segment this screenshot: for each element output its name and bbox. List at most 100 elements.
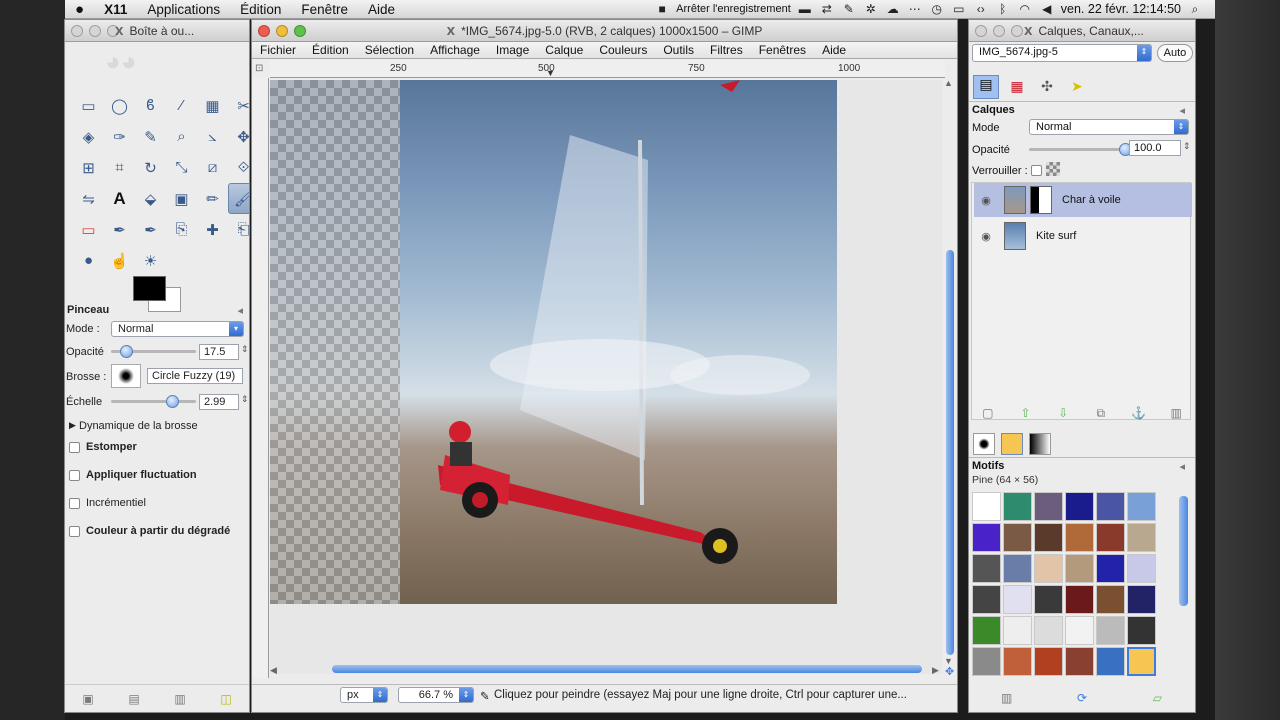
option-row[interactable]: Incrémentiel <box>69 497 249 525</box>
tab-layers[interactable]: ▤ <box>973 74 999 99</box>
option-row[interactable]: Estomper <box>69 441 249 469</box>
airbrush-icon[interactable]: ✒ <box>104 214 135 245</box>
align-icon[interactable]: ⊞ <box>73 152 104 183</box>
text-icon[interactable]: A <box>104 183 135 214</box>
menu-aide[interactable]: Aide <box>358 2 405 17</box>
pattern-swatch[interactable] <box>1034 616 1063 645</box>
scroll-up-icon[interactable]: ▲ <box>944 78 953 88</box>
pattern-swatch[interactable] <box>1127 492 1156 521</box>
menu-filtres[interactable]: Filtres <box>702 43 751 57</box>
toolbox-titlebar[interactable]: X Boîte à ou... <box>65 20 249 42</box>
bucket-fill-icon[interactable]: ⬙ <box>135 183 166 214</box>
menu-affichage[interactable]: Affichage <box>422 43 488 57</box>
scale-slider[interactable] <box>111 395 196 408</box>
foreground-select-icon[interactable]: ◈ <box>73 121 104 152</box>
pattern-swatch[interactable] <box>1096 492 1125 521</box>
paintbrush-icon[interactable]: 🖌 <box>228 183 249 214</box>
pencil-icon[interactable]: ✏ <box>197 183 228 214</box>
heal-icon[interactable]: ✚ <box>197 214 228 245</box>
scissors-icon[interactable]: ✂ <box>228 90 249 121</box>
paths-icon[interactable]: ✑ <box>104 121 135 152</box>
clone-icon[interactable]: ⎘ <box>166 214 197 245</box>
lower-layer-icon[interactable]: ⇩ <box>1054 406 1072 420</box>
pattern-swatch[interactable] <box>1003 554 1032 583</box>
pattern-swatch[interactable] <box>1034 554 1063 583</box>
opacity-stepper-icon[interactable]: ⇕ <box>241 344 249 355</box>
pattern-swatch[interactable] <box>1065 616 1094 645</box>
opacity-slider[interactable] <box>111 345 196 358</box>
pattern-swatch[interactable] <box>1034 523 1063 552</box>
lasso-icon[interactable]: ϐ <box>135 90 166 121</box>
apple-menu[interactable]: ● <box>65 1 94 18</box>
ellipse-select-icon[interactable]: ◯ <box>104 90 135 121</box>
dodge-icon[interactable]: ☀ <box>135 245 166 276</box>
menu-edition[interactable]: Édition <box>230 2 291 17</box>
pattern-swatch[interactable] <box>1096 616 1125 645</box>
stop-record-icon[interactable]: ■ <box>654 2 670 16</box>
layers-opacity-spin[interactable]: 100.0 <box>1129 140 1181 156</box>
horizontal-scrollbar[interactable] <box>332 665 922 673</box>
layer-name[interactable]: Kite surf <box>1036 230 1076 242</box>
raise-layer-icon[interactable]: ⇧ <box>1016 406 1034 420</box>
panel-menu-icon[interactable]: ◂ <box>237 304 243 317</box>
layers-opacity-stepper-icon[interactable]: ⇕ <box>1183 141 1191 152</box>
menu-fenetres[interactable]: Fenêtres <box>751 43 814 57</box>
eye-icon[interactable]: ◉ <box>974 230 998 243</box>
pattern-swatch[interactable] <box>972 647 1001 676</box>
display-icon[interactable]: ▭ <box>951 2 967 16</box>
navigate-icon[interactable]: ✥ <box>945 665 954 678</box>
pattern-swatch[interactable] <box>1003 492 1032 521</box>
lock-pixels-checkbox[interactable] <box>1031 165 1042 176</box>
menu-fichier[interactable]: Fichier <box>252 43 304 57</box>
pattern-swatch[interactable] <box>1065 554 1094 583</box>
zoom-select[interactable]: 66.7 % ⇕ <box>398 687 474 703</box>
pattern-swatch[interactable] <box>1065 523 1094 552</box>
restore-options-icon[interactable]: ▤ <box>125 692 143 706</box>
pattern-swatch[interactable] <box>1003 616 1032 645</box>
color-select-icon[interactable]: ▦ <box>197 90 228 121</box>
rect-select-icon[interactable]: ▭ <box>73 90 104 121</box>
panel-menu-icon[interactable]: ◂ <box>1179 104 1185 117</box>
code-icon[interactable]: ‹› <box>973 2 989 16</box>
pattern-swatch[interactable] <box>1096 585 1125 614</box>
smudge-icon[interactable]: ☝ <box>104 245 135 276</box>
shear-icon[interactable]: ⧄ <box>197 152 228 183</box>
blend-icon[interactable]: ▣ <box>166 183 197 214</box>
pattern-swatch[interactable] <box>1065 492 1094 521</box>
menu-image[interactable]: Image <box>488 43 537 57</box>
tab-undo[interactable]: ➤ <box>1065 78 1089 95</box>
sync-icon[interactable]: ⇄ <box>819 2 835 16</box>
scale-spin[interactable]: 2.99 <box>199 394 239 410</box>
anchor-layer-icon[interactable]: ⚓ <box>1129 406 1147 420</box>
opacity-slider-handle[interactable] <box>119 345 133 358</box>
rotate-icon[interactable]: ↻ <box>135 152 166 183</box>
patterns-scrollbar[interactable] <box>1179 496 1188 606</box>
pattern-swatch[interactable] <box>1096 554 1125 583</box>
pattern-swatch[interactable] <box>1127 585 1156 614</box>
vertical-ruler[interactable] <box>252 78 269 678</box>
pattern-swatch[interactable] <box>972 492 1001 521</box>
pattern-swatch[interactable] <box>1034 492 1063 521</box>
expander-arrow-icon[interactable]: ▶ <box>69 420 76 431</box>
close-button[interactable] <box>71 24 83 37</box>
minimize-button[interactable] <box>993 24 1005 37</box>
pattern-swatch[interactable] <box>972 554 1001 583</box>
color-picker-icon[interactable]: ✎ <box>135 121 166 152</box>
scale-icon[interactable]: ⤡ <box>166 152 197 183</box>
open-pattern-icon[interactable]: ▱ <box>1148 691 1166 705</box>
menu-x11[interactable]: X11 <box>94 2 137 17</box>
fuzzy-select-icon[interactable]: ⁄ <box>166 90 197 121</box>
pen-icon[interactable]: ✎ <box>841 2 857 16</box>
vertical-scrollbar[interactable] <box>946 250 954 655</box>
eraser-icon[interactable]: ▭ <box>73 214 104 245</box>
scale-slider-handle[interactable] <box>166 395 179 408</box>
menu-outils[interactable]: Outils <box>655 43 702 57</box>
layer-name[interactable]: Char à voile <box>1062 194 1121 206</box>
folder-icon[interactable]: ▬ <box>797 2 813 16</box>
tab-brushes[interactable] <box>973 432 995 455</box>
mode-select[interactable]: Normal ▾ <box>111 321 244 337</box>
brush-name[interactable]: Circle Fuzzy (19) <box>147 368 243 384</box>
image-select[interactable]: IMG_5674.jpg-5 ⇕ <box>972 44 1152 62</box>
auto-button[interactable]: Auto <box>1157 44 1193 62</box>
zoom-button[interactable] <box>1011 24 1023 37</box>
